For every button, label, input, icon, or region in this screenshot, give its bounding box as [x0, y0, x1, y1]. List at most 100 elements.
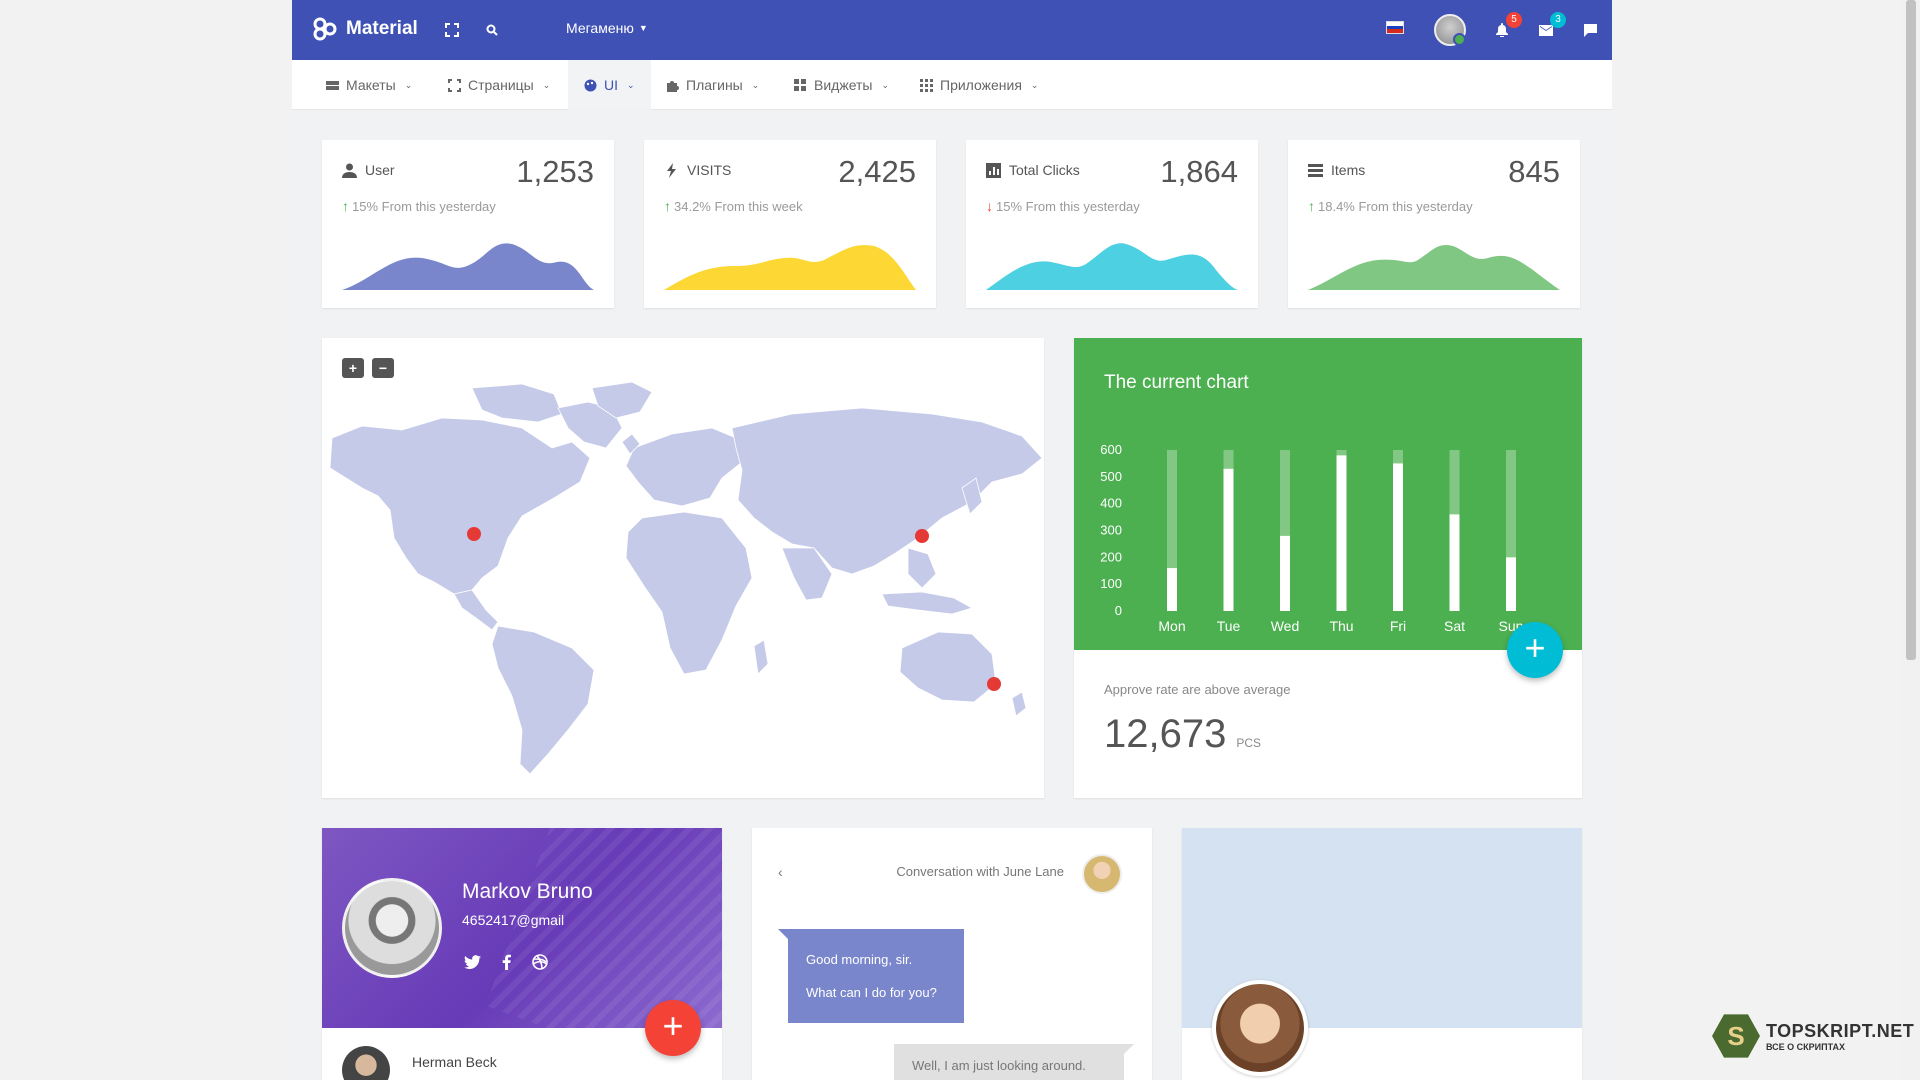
- watermark-tagline: ВСЕ О СКРИПТАХ: [1766, 1041, 1846, 1052]
- stat-title: User: [365, 162, 395, 178]
- apps-icon: [920, 78, 933, 92]
- bar-sat[interactable]: [1449, 514, 1460, 611]
- facebook-icon[interactable]: [496, 952, 516, 972]
- brand-name: Material: [346, 18, 418, 39]
- dribbble-icon[interactable]: [530, 952, 550, 972]
- fullscreen-icon[interactable]: [442, 20, 462, 40]
- menu-item-label: Плагины: [686, 77, 743, 93]
- user-avatar[interactable]: [1434, 14, 1466, 46]
- stat-trend-text: 18.4% From this yesterday: [1318, 198, 1473, 214]
- bar-wed[interactable]: [1280, 535, 1290, 611]
- map-marker-sydney[interactable]: [987, 677, 1001, 691]
- zoom-out-button[interactable]: −: [372, 358, 394, 378]
- chart-header: The current chart 0 100 200 300 400 500 600 Mon…: [1074, 338, 1582, 650]
- y-tick-label: 0: [1115, 603, 1122, 618]
- total-unit: PCS: [1236, 736, 1262, 750]
- map-marker-beijing[interactable]: [915, 529, 929, 543]
- stat-card-items: Items 845 ↑ 18.4% From this yesterday: [1288, 140, 1580, 308]
- profile-avatar[interactable]: [342, 878, 442, 978]
- menu-item-pages[interactable]: Страницы ⌄: [432, 60, 566, 110]
- user-icon: [342, 163, 357, 178]
- world-map[interactable]: [322, 378, 1044, 788]
- stat-card-visits: VISITS 2,425 ↑ 34.2% From this week: [644, 140, 936, 308]
- megamenu-dropdown[interactable]: Мегаменю ▼: [566, 20, 648, 36]
- bell-icon[interactable]: 5: [1492, 12, 1522, 40]
- menu-item-ui[interactable]: UI ⌄: [568, 60, 651, 110]
- map-marker-new-york[interactable]: [467, 527, 481, 541]
- stat-title: Items: [1331, 162, 1366, 178]
- watermark-hex-icon: S: [1712, 1014, 1760, 1058]
- notifications-badge: 5: [1506, 12, 1522, 28]
- add-button[interactable]: +: [1507, 622, 1563, 678]
- envelope-icon[interactable]: 3: [1536, 12, 1566, 40]
- menu-item-label: Виджеты: [814, 77, 873, 93]
- menu-item-layouts[interactable]: Макеты ⌄: [310, 60, 428, 110]
- stat-trend: ↓ 15% From this yesterday: [986, 198, 1140, 214]
- stat-label: VISITS: [664, 162, 731, 178]
- puzzle-icon: [667, 80, 679, 92]
- bar-tue[interactable]: [1223, 468, 1234, 611]
- stat-title: Total Clicks: [1009, 162, 1080, 178]
- stat-label: Items: [1308, 162, 1365, 178]
- chat-card: ‹ Conversation with June Lane Good morni…: [752, 828, 1152, 1080]
- profile-name: Markov Bruno: [462, 880, 593, 903]
- bar-mon[interactable]: [1167, 568, 1177, 611]
- menu-item-apps[interactable]: Приложения ⌄: [904, 60, 1054, 110]
- y-tick-label: 600: [1100, 442, 1122, 457]
- y-tick-label: 400: [1100, 496, 1122, 511]
- stat-value: 1,253: [516, 154, 594, 189]
- chat-contact-avatar[interactable]: [1082, 854, 1122, 894]
- bar-chart-icon: [986, 162, 1001, 178]
- menu-item-plugins[interactable]: Плагины ⌄: [650, 60, 775, 110]
- main-menu: Макеты ⌄ Страницы ⌄ UI ⌄ Плагины ⌄ Виджеты ⌄ …: [292, 60, 1612, 110]
- flag-icon[interactable]: [1386, 21, 1404, 34]
- add-contact-button[interactable]: +: [645, 1000, 701, 1056]
- stat-title: VISITS: [687, 162, 732, 178]
- stat-value: 2,425: [838, 154, 916, 189]
- messages-badge: 3: [1550, 12, 1566, 28]
- x-tick-label: Thu: [1329, 618, 1353, 634]
- brand-logo[interactable]: Material: [312, 16, 418, 42]
- back-chevron-icon[interactable]: ‹: [778, 864, 783, 880]
- user-card-avatar[interactable]: [1212, 980, 1308, 1076]
- scrollbar-thumb[interactable]: [1906, 0, 1916, 660]
- total-count: 12,673 PCS: [1104, 712, 1261, 757]
- bar-fri[interactable]: [1393, 463, 1403, 611]
- profile-email: 4652417@gmail: [462, 912, 565, 928]
- widgets-icon: [794, 78, 806, 91]
- menu-item-label: UI: [604, 77, 618, 93]
- chevron-down-icon: ▼: [638, 23, 648, 33]
- stat-trend: ↑ 34.2% From this week: [664, 198, 803, 214]
- arrow-up-icon: ↑: [342, 198, 349, 214]
- profile-header: Markov Bruno 4652417@gmail: [322, 828, 722, 1028]
- twitter-icon[interactable]: [462, 952, 482, 972]
- zoom-in-button[interactable]: +: [342, 358, 364, 378]
- stat-trend-text: 15% From this yesterday: [352, 198, 496, 214]
- stat-sparkline: [664, 244, 916, 290]
- search-icon[interactable]: [482, 20, 502, 40]
- watermark-text: TOPSKRIPT.NET ВСЕ О СКРИПТАХ: [1766, 1021, 1914, 1052]
- menu-item-label: Страницы: [468, 77, 534, 93]
- chevron-down-icon: ⌄: [881, 79, 890, 90]
- chevron-down-icon: ⌄: [404, 79, 413, 90]
- message-line: Good morning, sir.: [806, 952, 913, 967]
- chat-icon[interactable]: [1580, 20, 1600, 40]
- x-tick-label: Mon: [1158, 618, 1185, 634]
- y-tick-label: 100: [1100, 576, 1122, 591]
- watermark-brand: TOPSKRIPT.NET: [1766, 1020, 1915, 1041]
- weekly-bar-chart: 0100200300400500600Mon Tue Wed Thu Fri Sat Sun: [1100, 442, 1523, 634]
- outgoing-message: Well, I am just looking around.: [894, 1044, 1134, 1080]
- y-tick-label: 500: [1100, 469, 1122, 484]
- menu-item-widgets[interactable]: Виджеты ⌄: [778, 60, 905, 110]
- contact-name[interactable]: Herman Beck: [412, 1054, 497, 1070]
- megamenu-label: Мегаменю: [566, 20, 634, 36]
- page-container: Material Мегаменю ▼ 5 3 Макеты ⌄ Страниц…: [292, 0, 1612, 1080]
- bar-sun[interactable]: [1506, 557, 1516, 611]
- contact-avatar[interactable]: [342, 1046, 390, 1080]
- bar-thu[interactable]: [1336, 455, 1347, 611]
- stat-card-user: User 1,253 ↑ 15% From this yesterday: [322, 140, 614, 308]
- bolt-icon: [667, 162, 676, 178]
- arrow-up-icon: ↑: [664, 198, 671, 214]
- approve-text: Approve rate are above average: [1104, 682, 1291, 697]
- x-tick-label: Wed: [1271, 618, 1300, 634]
